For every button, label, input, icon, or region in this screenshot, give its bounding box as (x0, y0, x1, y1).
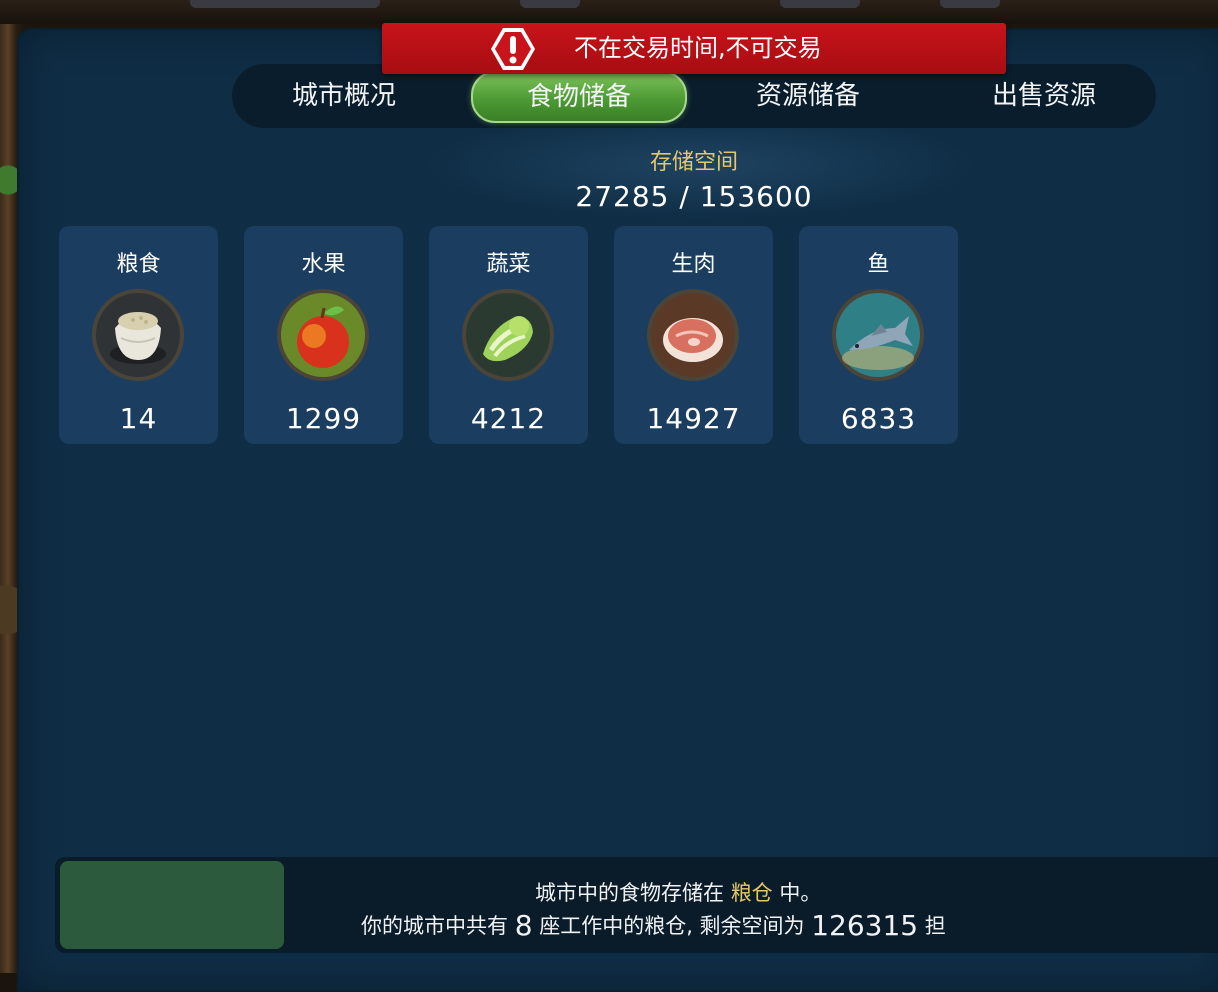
raw-meat-icon (647, 289, 739, 381)
granary-info-line-1: 城市中的食物存储在 粮仓 中。 (535, 877, 821, 907)
tab-resource-reserve[interactable]: 资源储备 (716, 72, 900, 120)
info-text: 担 (918, 914, 946, 938)
food-count: 1299 (285, 402, 362, 435)
tab-city-overview[interactable]: 城市概况 (252, 72, 436, 120)
food-card-fish[interactable]: 鱼 6833 (799, 226, 958, 444)
remaining-space: 126315 (811, 909, 919, 942)
food-name: 蔬菜 (486, 252, 531, 277)
top-bar-slot (520, 0, 580, 8)
granary-link[interactable]: 粮仓 (731, 881, 773, 905)
food-count: 4212 (470, 402, 547, 435)
info-text: 中。 (772, 881, 822, 905)
food-name: 生肉 (671, 252, 716, 277)
food-name: 水果 (301, 252, 346, 277)
food-count: 14927 (646, 402, 741, 435)
granary-info-bar: 城市中的食物存储在 粮仓 中。 你的城市中共有 8 座工作中的粮仓, 剩余空间为… (55, 857, 1218, 953)
tab-food-reserve[interactable]: 食物储备 (471, 71, 687, 123)
top-resource-bar (0, 0, 1218, 24)
info-text: 城市中的食物存储在 (535, 881, 731, 905)
granary-info-line-2: 你的城市中共有 8 座工作中的粮仓, 剩余空间为 126315 担 (361, 909, 946, 942)
food-name: 粮食 (116, 252, 161, 277)
exclamation-icon (491, 28, 535, 70)
grain-sack-icon (92, 289, 184, 381)
granary-thumbnail[interactable] (60, 861, 284, 949)
storage-space-value: 27285 / 153600 (575, 180, 813, 213)
food-count: 6833 (840, 402, 917, 435)
top-bar-slot (780, 0, 860, 8)
trade-closed-alert: 不在交易时间,不可交易 (382, 23, 1006, 74)
food-card-grain[interactable]: 粮食 14 (59, 226, 218, 444)
apple-icon (277, 289, 369, 381)
cabbage-icon (462, 289, 554, 381)
granary-count: 8 (514, 909, 533, 942)
fish-icon (832, 289, 924, 381)
storage-space-label: 存储空间 (649, 150, 738, 175)
top-bar-slot (190, 0, 380, 8)
info-text: 你的城市中共有 (361, 914, 515, 938)
food-card-vegetable[interactable]: 蔬菜 4212 (429, 226, 588, 444)
food-card-fruit[interactable]: 水果 1299 (244, 226, 403, 444)
top-bar-slot (940, 0, 1000, 8)
alert-message: 不在交易时间,不可交易 (574, 34, 822, 62)
info-text: 座工作中的粮仓, 剩余空间为 (532, 914, 812, 938)
food-card-raw-meat[interactable]: 生肉 14927 (614, 226, 773, 444)
tab-sell-resources[interactable]: 出售资源 (952, 72, 1136, 120)
food-name: 鱼 (867, 252, 890, 277)
food-count: 14 (119, 402, 158, 435)
